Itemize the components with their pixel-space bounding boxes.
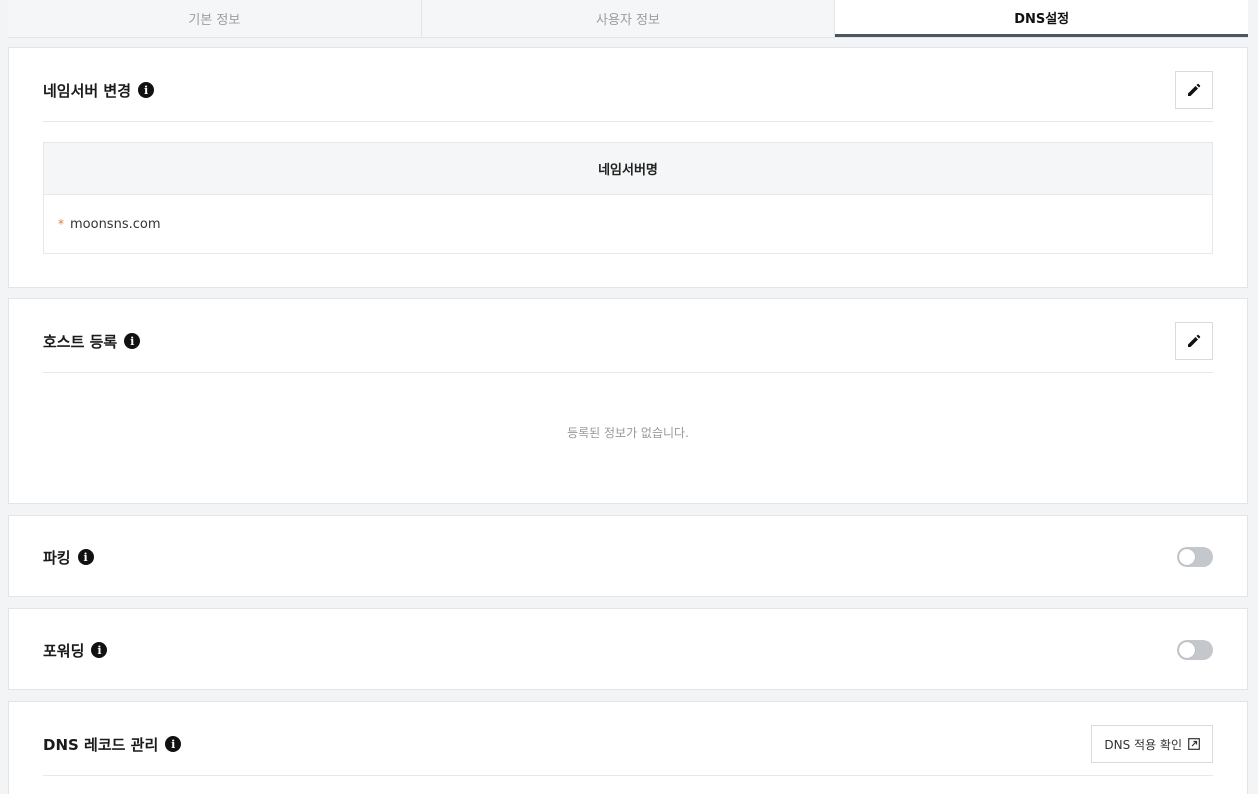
dns-record-title: DNS 레코드 관리 i (43, 734, 182, 755)
tab-basic-info[interactable]: 기본 정보 (8, 0, 422, 37)
nameserver-title-text: 네임서버 변경 (43, 81, 132, 100)
nameserver-card: 네임서버 변경 i 네임서버명 * moonsns.com (8, 47, 1248, 288)
info-icon[interactable]: i (165, 736, 182, 752)
nameserver-value: moonsns.com (70, 216, 161, 232)
nameserver-table: 네임서버명 * moonsns.com (43, 142, 1213, 254)
dns-record-divider (43, 775, 1213, 776)
forwarding-title-text: 포워딩 (43, 641, 85, 660)
info-icon[interactable]: i (124, 333, 141, 349)
parking-card-header: 파킹 i (43, 516, 1213, 598)
host-card: 호스트 등록 i 등록된 정보가 없습니다. (8, 298, 1248, 504)
parking-toggle[interactable] (1177, 547, 1213, 567)
external-link-icon (1188, 738, 1200, 750)
tab-dns-settings[interactable]: DNS설정 (835, 0, 1249, 37)
host-divider (43, 372, 1213, 373)
info-icon[interactable]: i (138, 82, 155, 98)
empty-message: 등록된 정보가 없습니다. (567, 426, 689, 440)
parking-title: 파킹 i (43, 547, 94, 568)
pencil-icon (1188, 83, 1201, 96)
dns-record-title-text: DNS 레코드 관리 (43, 735, 159, 754)
forwarding-card-header: 포워딩 i (43, 609, 1213, 691)
nameserver-divider (43, 121, 1213, 122)
tab-bar: 기본 정보 사용자 정보 DNS설정 (8, 0, 1249, 38)
toggle-knob (1179, 642, 1195, 658)
table-row: * moonsns.com (44, 195, 1212, 253)
pencil-icon (1188, 334, 1201, 347)
tab-user-info[interactable]: 사용자 정보 (422, 0, 836, 37)
nameserver-title: 네임서버 변경 i (43, 80, 155, 101)
host-title: 호스트 등록 i (43, 331, 141, 352)
info-icon[interactable]: i (91, 642, 108, 658)
host-card-header: 호스트 등록 i (43, 299, 1213, 383)
nameserver-card-header: 네임서버 변경 i (43, 48, 1213, 132)
dns-record-card: DNS 레코드 관리 i DNS 적용 확인 (8, 701, 1248, 794)
forwarding-title: 포워딩 i (43, 640, 108, 661)
forwarding-card: 포워딩 i (8, 608, 1248, 690)
info-icon[interactable]: i (77, 549, 94, 565)
dns-record-card-header: DNS 레코드 관리 i DNS 적용 확인 (43, 702, 1213, 786)
dns-apply-check-button[interactable]: DNS 적용 확인 (1091, 725, 1213, 763)
nameserver-column-header: 네임서버명 (44, 143, 1212, 195)
host-edit-button[interactable] (1175, 322, 1213, 360)
toggle-knob (1179, 549, 1195, 565)
host-title-text: 호스트 등록 (43, 332, 118, 351)
nameserver-edit-button[interactable] (1175, 71, 1213, 109)
forwarding-toggle[interactable] (1177, 640, 1213, 660)
parking-card: 파킹 i (8, 515, 1248, 597)
parking-title-text: 파킹 (43, 548, 71, 567)
dns-apply-check-label: DNS 적용 확인 (1104, 737, 1182, 752)
row-bullet: * (58, 217, 64, 231)
